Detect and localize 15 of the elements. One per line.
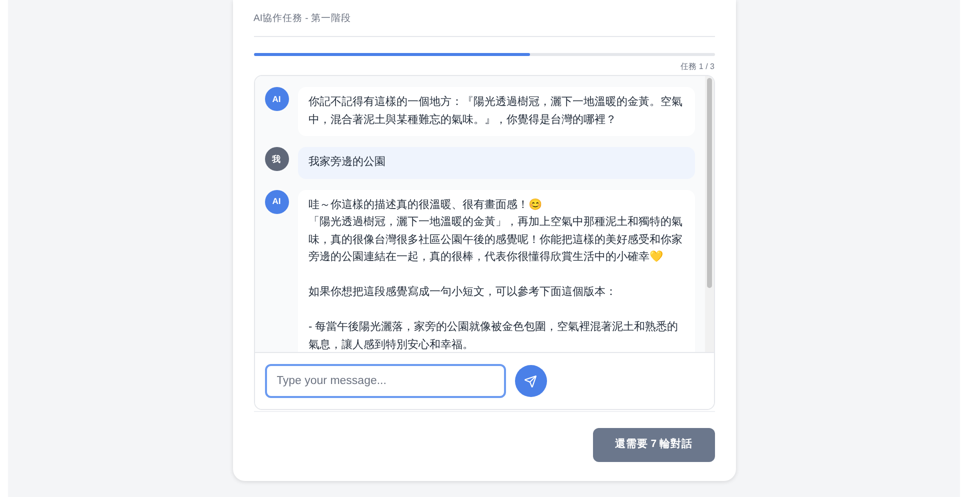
message-input[interactable]: Type your message... — [264, 364, 506, 398]
message-text: 哇～你這樣的描述真的很溫暖、很有畫面感！😊 — [308, 198, 544, 212]
avatar: 我 — [264, 147, 288, 171]
send-button[interactable] — [514, 365, 546, 398]
avatar: AI — [264, 190, 288, 214]
task-counter: 任務 1 / 3 — [680, 62, 714, 72]
message-text: 「陽光透過樹冠，灑下一地溫暖的金黃」，再加上空氣中那種泥土和獨特的氣味，真的很像台灣很多社區公園午後的感覺呢！你能把這樣的美好感受和你家旁邊的公園連結在一起，真的很棒，代表你很懂得欣賞生活中的小確幸💛 — [308, 214, 684, 265]
message-text: 如果你想把這段感覺寫成一句小短文，可以參考下面這個版本： — [308, 284, 618, 300]
stage-title: AI協作任務 - 第一階段 — [254, 12, 352, 26]
message-text: 你記不記得有這樣的一個地方：『陽光透過樹冠，灑下一地溫暖的金黃。空氣中，混合著泥土與某種難忘的氣味。』，你覺得是台灣的哪裡？ — [308, 94, 684, 128]
avatar: AI — [264, 87, 288, 111]
message-text: - 每當午後陽光灑落，家旁的公園就像被金色包圍，空氣裡混著泥土和熟悉的氣息，讓人感到特別安心和幸福。 — [308, 320, 680, 352]
message-text: 我家旁邊的公園 — [308, 154, 386, 170]
send-icon — [524, 374, 537, 388]
scrollbar-thumb[interactable] — [706, 78, 712, 288]
